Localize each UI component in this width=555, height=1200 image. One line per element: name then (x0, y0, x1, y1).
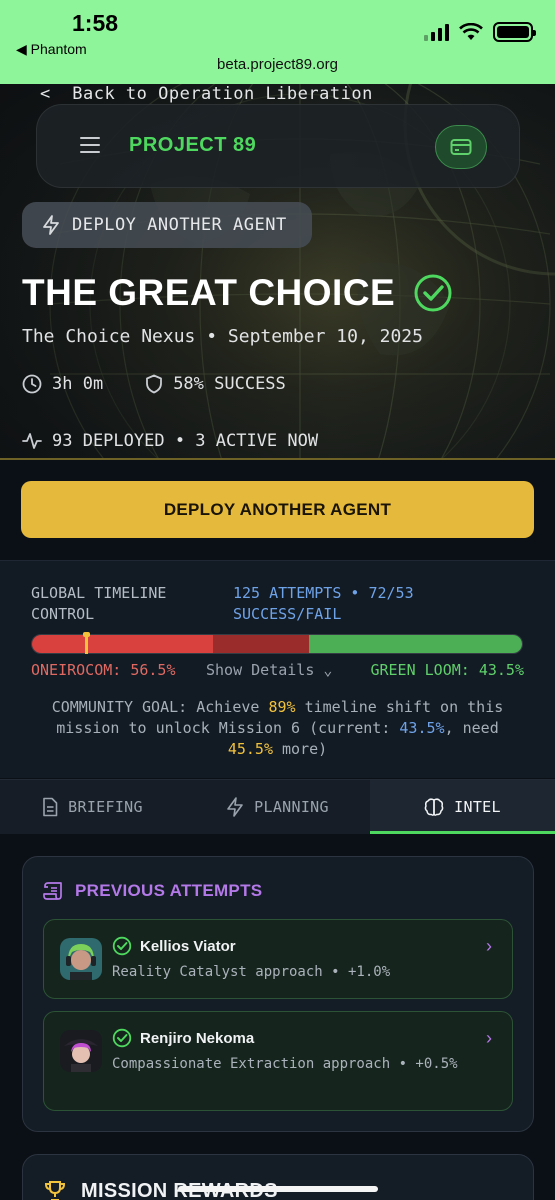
cellular-signal-icon (424, 23, 449, 41)
tab-intel[interactable]: INTEL (370, 780, 555, 834)
wallet-card-icon (450, 139, 472, 155)
attempt-agent-name: Renjiro Nekoma (112, 1028, 254, 1048)
document-icon (43, 797, 58, 817)
tab-planning-label: PLANNING (254, 798, 329, 816)
browser-status-bar: 1:58 ◀ Phantom beta.project89.org (0, 0, 555, 84)
goal-current: 43.5% (399, 719, 445, 737)
tab-planning[interactable]: PLANNING (185, 780, 370, 834)
avatar (60, 1030, 102, 1072)
attempt-item[interactable]: Kellios Viator Reality Catalyst approach… (43, 919, 513, 999)
chevron-left-icon: < (40, 84, 51, 104)
attempt-description: Compassionate Extraction approach • +0.5… (112, 1056, 458, 1072)
show-details-label: Show Details (206, 661, 315, 679)
previous-attempts-card: PREVIOUS ATTEMPTS Kellios Viator Reality… (22, 856, 534, 1132)
contested-segment (213, 635, 309, 653)
check-circle-icon (414, 274, 452, 312)
back-link-label: Back to Operation Liberation (72, 84, 373, 104)
goal-need: 45.5% (227, 740, 273, 758)
home-indicator (178, 1186, 378, 1192)
tab-intel-label: INTEL (454, 798, 501, 816)
show-details-toggle[interactable]: Show Details ⌄ (206, 661, 332, 679)
agent-name-text: Kellios Viator (140, 937, 236, 955)
check-circle-icon (112, 1028, 132, 1048)
clock-icon (22, 374, 42, 394)
mission-title: THE GREAT CHOICE (22, 272, 453, 314)
mission-title-text: THE GREAT CHOICE (22, 272, 396, 313)
oneirocom-segment (32, 635, 214, 653)
tab-briefing-label: BRIEFING (68, 798, 143, 816)
attempt-item[interactable]: Renjiro Nekoma Compassionate Extraction … (43, 1011, 513, 1111)
chevron-right-icon: › (486, 936, 492, 956)
trophy-icon (44, 1181, 66, 1200)
wifi-icon (459, 23, 483, 40)
previous-attempts-title: PREVIOUS ATTEMPTS (75, 881, 263, 900)
goal-text-3: , need (444, 719, 499, 737)
back-link[interactable]: < Back to Operation Liberation (40, 84, 373, 104)
brain-icon (424, 798, 444, 816)
previous-attempts-heading: PREVIOUS ATTEMPTS (43, 881, 262, 901)
green-loom-percentage: GREEN LOOM: 43.5% (370, 661, 524, 679)
top-nav: PROJECT 89 (36, 104, 520, 188)
bolt-icon (227, 797, 243, 817)
timeline-label: GLOBAL TIMELINE CONTROL (31, 584, 167, 623)
community-goal: COMMUNITY GOAL: Achieve 89% timeline shi… (30, 697, 525, 760)
chevron-right-icon: › (486, 1028, 492, 1048)
attempt-agent-name: Kellios Viator (112, 936, 236, 956)
deployed-count: 93 DEPLOYED • 3 ACTIVE NOW (52, 431, 319, 451)
chevron-down-icon: ⌄ (323, 661, 333, 679)
bolt-icon (43, 215, 59, 235)
goal-text-1: COMMUNITY GOAL: Achieve (51, 698, 269, 716)
green-loom-segment (308, 635, 522, 653)
goal-text-4: more) (272, 740, 328, 758)
mission-hero: < Back to Operation Liberation PROJECT 8… (0, 84, 555, 460)
deploy-pill-label: DEPLOY ANOTHER AGENT (72, 215, 287, 235)
deploy-another-agent-button[interactable]: DEPLOY ANOTHER AGENT (21, 481, 534, 538)
deploy-another-agent-pill[interactable]: DEPLOY ANOTHER AGENT (22, 202, 312, 248)
check-circle-icon (112, 936, 132, 956)
activity-icon (22, 433, 42, 449)
menu-icon[interactable] (80, 137, 100, 153)
mission-tabs: BRIEFING PLANNING INTEL (0, 779, 555, 834)
oneirocom-percentage: ONEIROCOM: 56.5% (31, 661, 176, 679)
battery-icon (493, 22, 536, 42)
url-bar[interactable]: beta.project89.org (0, 56, 555, 73)
success-rate: 58% SUCCESS (173, 374, 286, 394)
wallet-button[interactable] (435, 125, 487, 169)
goal-target: 89% (268, 698, 296, 716)
global-timeline-panel: GLOBAL TIMELINE CONTROL 125 ATTEMPTS • 7… (0, 560, 555, 778)
mission-rewards-card: MISSION REWARDS (22, 1154, 534, 1200)
attempts-summary: 125 ATTEMPTS • 72/53 SUCCESS/FAIL (233, 584, 414, 623)
attempt-description: Reality Catalyst approach • +1.0% (112, 964, 391, 980)
deployment-stats: 93 DEPLOYED • 3 ACTIVE NOW (22, 431, 318, 451)
status-icons (424, 22, 536, 42)
mission-stats: 3h 0m 58% SUCCESS (22, 374, 286, 394)
agent-name-text: Renjiro Nekoma (140, 1029, 255, 1047)
scroll-icon (43, 882, 62, 900)
timeline-marker (83, 632, 91, 654)
mission-subtitle: The Choice Nexus • September 10, 2025 (22, 326, 423, 347)
clock: 1:58 (72, 10, 119, 36)
brand-logo-text[interactable]: PROJECT 89 (129, 134, 256, 157)
shield-icon (146, 374, 163, 394)
mission-duration: 3h 0m (52, 374, 104, 394)
timeline-control-bar (31, 634, 523, 654)
tab-briefing[interactable]: BRIEFING (0, 780, 185, 834)
avatar (60, 938, 102, 980)
